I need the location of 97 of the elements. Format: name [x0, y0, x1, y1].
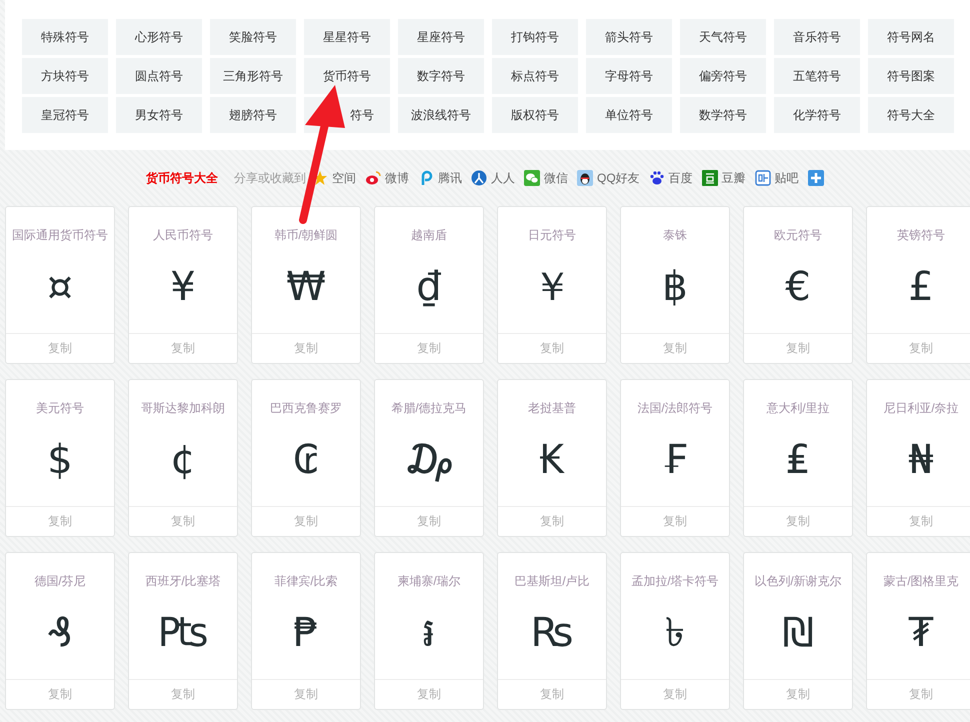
plus-icon [808, 170, 824, 186]
share-link[interactable]: 豆瓣 [702, 170, 746, 186]
category-button[interactable]: 符号大全 [868, 97, 954, 133]
currency-symbol: ₩ [286, 263, 326, 312]
currency-symbol: ₪ [782, 609, 814, 658]
category-button[interactable]: 音乐符号 [774, 19, 860, 55]
currency-symbol: ៛ [422, 609, 436, 658]
outlined-square-icon [754, 170, 771, 186]
currency-symbol: ₮ [908, 609, 934, 658]
category-button[interactable]: 符号网名 [868, 19, 954, 55]
chat-bubbles-icon [524, 170, 540, 186]
category-button[interactable]: 翅膀符号 [210, 97, 296, 133]
share-link[interactable]: 微信 [524, 170, 568, 186]
currency-name: 哥斯达黎加科朗 [141, 400, 225, 417]
category-button[interactable]: 化学符号 [774, 97, 860, 133]
circle-logo-icon [471, 170, 487, 186]
currency-name: 老挝基普 [528, 400, 576, 417]
square-logo-icon [702, 170, 718, 186]
category-button[interactable]: 数学符号 [680, 97, 766, 133]
category-button[interactable]: 货币符号 [304, 58, 390, 94]
currency-name: 孟加拉/塔卡符号 [631, 573, 719, 590]
category-button[interactable]: 男女符号 [116, 97, 202, 133]
currency-name: 人民币符号 [153, 227, 213, 244]
category-button[interactable]: 打钩符号 [492, 19, 578, 55]
currency-name: 韩币/朝鲜圆 [274, 227, 338, 244]
currency-name: 希腊/德拉克马 [391, 400, 467, 417]
share-link[interactable]: 空间 [312, 170, 356, 186]
currency-symbol: ₦ [908, 436, 934, 485]
category-button[interactable]: 特殊符号 [22, 19, 108, 55]
currency-name: 美元符号 [36, 400, 84, 417]
category-button[interactable]: 箭头符号 [586, 19, 672, 55]
share-link[interactable] [808, 170, 824, 186]
category-button[interactable]: 圆点符号 [116, 58, 202, 94]
currency-symbol: ₧ [158, 609, 208, 658]
category-button[interactable]: 偏旁符号 [680, 58, 766, 94]
page-heading: 货币符号大全 [146, 170, 218, 186]
currency-name: 巴基斯坦/卢比 [514, 573, 590, 590]
currency-name: 英镑符号 [897, 227, 945, 244]
category-button[interactable]: 五笔符号 [774, 58, 860, 94]
category-button[interactable]: 标点符号 [492, 58, 578, 94]
category-button[interactable]: 星星符号 [304, 19, 390, 55]
currency-name: 蒙古/图格里克 [883, 573, 959, 590]
currency-name: 意大利/里拉 [766, 400, 830, 417]
share-link[interactable]: 腾讯 [418, 170, 462, 186]
currency-symbol: ¢ [170, 436, 196, 485]
share-link[interactable]: 贴吧 [754, 170, 799, 186]
share-link[interactable]: 人人 [471, 170, 515, 186]
currency-name: 国际通用货币符号 [12, 227, 108, 244]
currency-name: 西班牙/比塞塔 [145, 573, 221, 590]
currency-name: 越南盾 [411, 227, 447, 244]
currency-symbol: € [785, 263, 811, 312]
currency-symbol: £ [908, 263, 934, 312]
currency-symbol: ৳ [665, 609, 685, 658]
currency-name: 德国/芬尼 [34, 573, 86, 590]
currency-name: 欧元符号 [774, 227, 822, 244]
currency-name: 泰铢 [663, 227, 687, 244]
category-button[interactable]: 笑脸符号 [210, 19, 296, 55]
category-button[interactable]: 符号图案 [868, 58, 954, 94]
paw-icon [648, 170, 665, 186]
currency-symbol: ฿ [662, 263, 688, 312]
category-button[interactable]: 版权符号 [492, 97, 578, 133]
currency-symbol: ¥ [170, 263, 196, 312]
share-link[interactable]: 微博 [365, 170, 409, 186]
category-button[interactable]: 字母符号 [586, 58, 672, 94]
currency-symbol: ₣ [662, 436, 688, 485]
category-button[interactable]: 数字符号 [398, 58, 484, 94]
category-button[interactable]: 心形符号 [116, 19, 202, 55]
category-button[interactable]: 皇冠符号 [22, 97, 108, 133]
currency-name: 尼日利亚/奈拉 [883, 400, 959, 417]
penguin-icon [577, 170, 593, 186]
currency-name: 日元符号 [528, 227, 576, 244]
currency-symbol: ₤ [785, 436, 811, 485]
category-button[interactable]: 单位符号 [586, 97, 672, 133]
currency-symbol: ₢ [293, 436, 319, 485]
currency-symbol: ¤ [47, 263, 73, 312]
category-button[interactable]: 波浪线符号 [398, 97, 484, 133]
share-prompt: 分享或收藏到 [234, 170, 306, 186]
currency-name: 菲律宾/比索 [274, 573, 338, 590]
currency-name: 柬埔寨/瑞尔 [397, 573, 461, 590]
currency-symbol: ￥ [532, 263, 572, 312]
currency-name: 法国/法郎符号 [637, 400, 713, 417]
currency-name: 巴西克鲁赛罗 [270, 400, 342, 417]
currency-symbol: $ [47, 436, 73, 485]
currency-symbol: ₭ [539, 436, 565, 485]
category-button[interactable]: 三角形符号 [210, 58, 296, 94]
currency-symbol: ₨ [530, 609, 574, 658]
share-link[interactable]: QQ好友 [577, 170, 640, 186]
currency-symbol: ₯ [404, 436, 454, 485]
currency-symbol: ₫ [416, 263, 442, 312]
currency-name: 以色列/新谢克尔 [754, 573, 842, 590]
category-button[interactable]: 天气符号 [680, 19, 766, 55]
category-button[interactable]: 星座符号 [398, 19, 484, 55]
currency-symbol: ₱ [293, 609, 319, 658]
share-link[interactable]: 百度 [648, 170, 693, 186]
category-button[interactable]: 方块符号 [22, 58, 108, 94]
currency-symbol: ₰ [47, 609, 73, 658]
eye-logo-icon [365, 170, 381, 186]
